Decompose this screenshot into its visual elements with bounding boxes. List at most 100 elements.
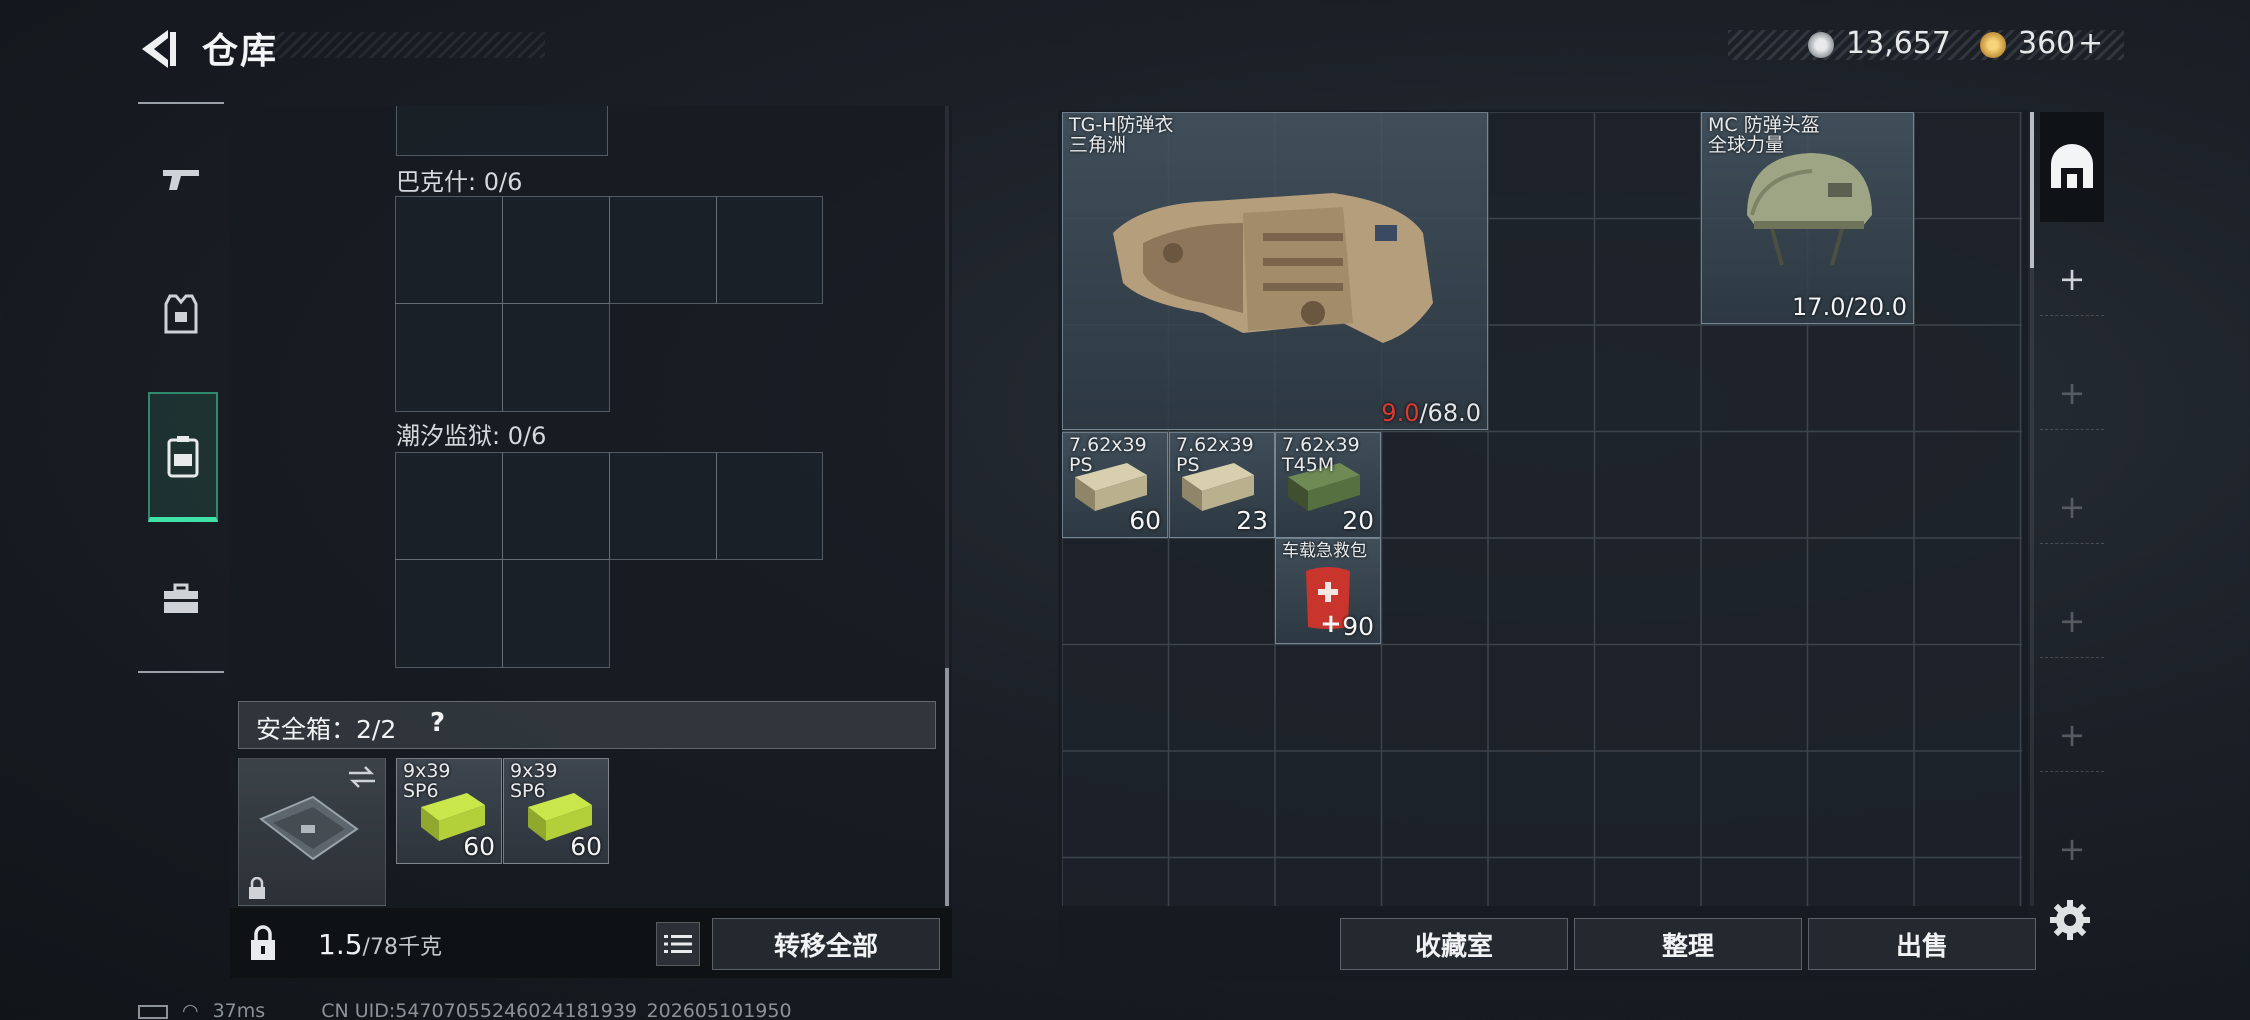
plus-icon: + [2058, 487, 2086, 526]
currency-add-button[interactable]: + [2078, 26, 2103, 61]
add-stash-tab-button[interactable]: + [2040, 584, 2104, 658]
safe-box-label: 安全箱：2/2 [256, 715, 397, 744]
add-stash-tab-button[interactable]: + [2040, 470, 2104, 544]
grid-slot[interactable] [502, 196, 610, 304]
gear-icon [2050, 900, 2090, 940]
stash-item-ammo[interactable]: 7.62x39 PS 23 [1169, 432, 1275, 538]
back-button[interactable] [134, 26, 180, 72]
durability-current: 9.0 [1381, 399, 1420, 427]
item-name-line1: 7.62x39 [1176, 434, 1254, 456]
stash-item-medkit[interactable]: 车载急救包 + 90 [1275, 538, 1381, 644]
safe-case-slot[interactable] [238, 758, 386, 906]
stash-tab-icon [2051, 144, 2093, 188]
item-count: 20 [1342, 506, 1374, 535]
grid-slot[interactable] [395, 303, 503, 412]
nav-item-backpack[interactable] [148, 392, 218, 522]
durability-max: /68.0 [1419, 399, 1481, 427]
loadout-grid-1 [395, 196, 823, 412]
backpack-icon [167, 435, 199, 477]
nav-item-case[interactable] [138, 556, 224, 642]
item-count: 90 [1342, 612, 1374, 641]
silver-coin-icon [1808, 32, 1834, 58]
ping-value: 37ms [212, 1000, 266, 1020]
stash-item-ammo[interactable]: 7.62x39 T45M 20 [1275, 432, 1381, 538]
stash-scrollbar-thumb[interactable] [2030, 112, 2034, 268]
stash-tab-main[interactable] [2040, 112, 2104, 222]
item-count: 23 [1236, 506, 1268, 535]
item-name-line2: 三角洲 [1069, 134, 1127, 156]
grid-slot[interactable] [395, 452, 503, 560]
section-label: 潮汐监狱: 0/6 [396, 422, 547, 450]
plus-icon: + [2058, 259, 2086, 298]
stash-item-helmet[interactable]: MC 防弹头盔 全球力量 17.0/20.0 [1701, 112, 1914, 324]
nav-item-weapons[interactable] [138, 136, 224, 222]
gold-coin-icon [1980, 32, 2006, 58]
item-count: 60 [570, 832, 602, 861]
currency-2-value: 360 [2018, 26, 2076, 61]
safe-box-help-button[interactable]: ? [430, 708, 445, 738]
back-arrow-icon [142, 30, 176, 68]
item-name-line1: 7.62x39 [1282, 434, 1360, 456]
status-bar: ◠ 37ms CN UID:54707055246024181939_2026051… [138, 1000, 792, 1020]
item-name-line2: PS [1069, 454, 1093, 476]
sell-button[interactable]: 出售 [1808, 918, 2036, 970]
item-name-line1: 车载急救包 [1282, 541, 1367, 561]
item-name-line2: 全球力量 [1708, 134, 1785, 156]
grid-slot[interactable] [502, 559, 610, 668]
nav-divider [138, 102, 224, 104]
add-stash-tab-button[interactable]: + [2040, 242, 2104, 316]
plus-icon: + [2058, 830, 2086, 868]
uid-text: CN UID:54707055246024181939_202605101950 [321, 1000, 792, 1020]
item-name-line1: 9x39 [403, 760, 451, 782]
grid-slot[interactable] [395, 196, 503, 304]
item-name-line2: SP6 [510, 780, 546, 802]
item-count: 60 [1129, 506, 1161, 535]
safe-box-item[interactable]: 9x39 SP6 60 [503, 758, 609, 864]
grid-slot[interactable] [716, 452, 823, 560]
plus-icon: + [2058, 601, 2086, 640]
heal-plus-icon: + [1320, 609, 1342, 639]
settings-button[interactable] [2048, 898, 2098, 948]
item-name-line1: 9x39 [510, 760, 558, 782]
gun-icon [163, 170, 199, 190]
item-name-line2: T45M [1282, 454, 1335, 476]
body-armor-icon [1113, 193, 1433, 343]
currency-1-value: 13,657 [1846, 26, 1951, 61]
page-title: 仓库 [202, 31, 279, 72]
plus-icon: + [2058, 373, 2086, 412]
weight-current: 1.5 [318, 928, 363, 961]
grid-slot[interactable] [395, 559, 503, 668]
collection-room-button[interactable]: 收藏室 [1340, 918, 1568, 970]
stash-grid: TG-H防弹衣 三角洲 9.0/68.0 MC 防弹头盔 全球力量 17.0/20.… [1062, 112, 2022, 906]
weight-lock-icon [251, 925, 275, 960]
plus-icon: + [2058, 715, 2086, 754]
loadout-scrollbar-thumb[interactable] [945, 668, 949, 906]
item-name-line1: MC 防弹头盔 [1708, 114, 1820, 136]
battery-icon [138, 1004, 168, 1019]
grid-slot[interactable] [502, 303, 610, 412]
add-stash-tab-button[interactable]: + [2040, 812, 2104, 886]
helmet-icon [1747, 153, 1872, 266]
lock-icon [249, 877, 265, 899]
grid-slot[interactable] [716, 196, 823, 304]
currency-bar: 13,657 360 + [1728, 26, 2124, 61]
add-stash-tab-button[interactable]: + [2040, 356, 2104, 430]
item-name-line2: PS [1176, 454, 1200, 476]
stash-item-ammo[interactable]: 7.62x39 PS 60 [1062, 432, 1168, 538]
add-stash-tab-button[interactable]: + [2040, 698, 2104, 772]
item-count: 60 [463, 832, 495, 861]
weight-max: /78千克 [362, 935, 442, 960]
loadout-grid-partial [396, 106, 608, 156]
list-view-button[interactable] [656, 922, 700, 966]
nav-item-armor[interactable] [138, 272, 224, 358]
armor-vest-icon [164, 294, 198, 334]
grid-slot[interactable] [502, 452, 610, 560]
grid-slot[interactable] [609, 196, 717, 304]
safe-box-item[interactable]: 9x39 SP6 60 [396, 758, 502, 864]
durability-readout: 9.0/68.0 [1381, 399, 1481, 427]
grid-slot[interactable] [609, 452, 717, 560]
stash-item-body-armor[interactable]: TG-H防弹衣 三角洲 9.0/68.0 [1062, 112, 1488, 430]
transfer-all-button[interactable]: 转移全部 [712, 918, 940, 970]
loadout-grid-2 [395, 452, 823, 668]
sort-button[interactable]: 整理 [1574, 918, 1802, 970]
